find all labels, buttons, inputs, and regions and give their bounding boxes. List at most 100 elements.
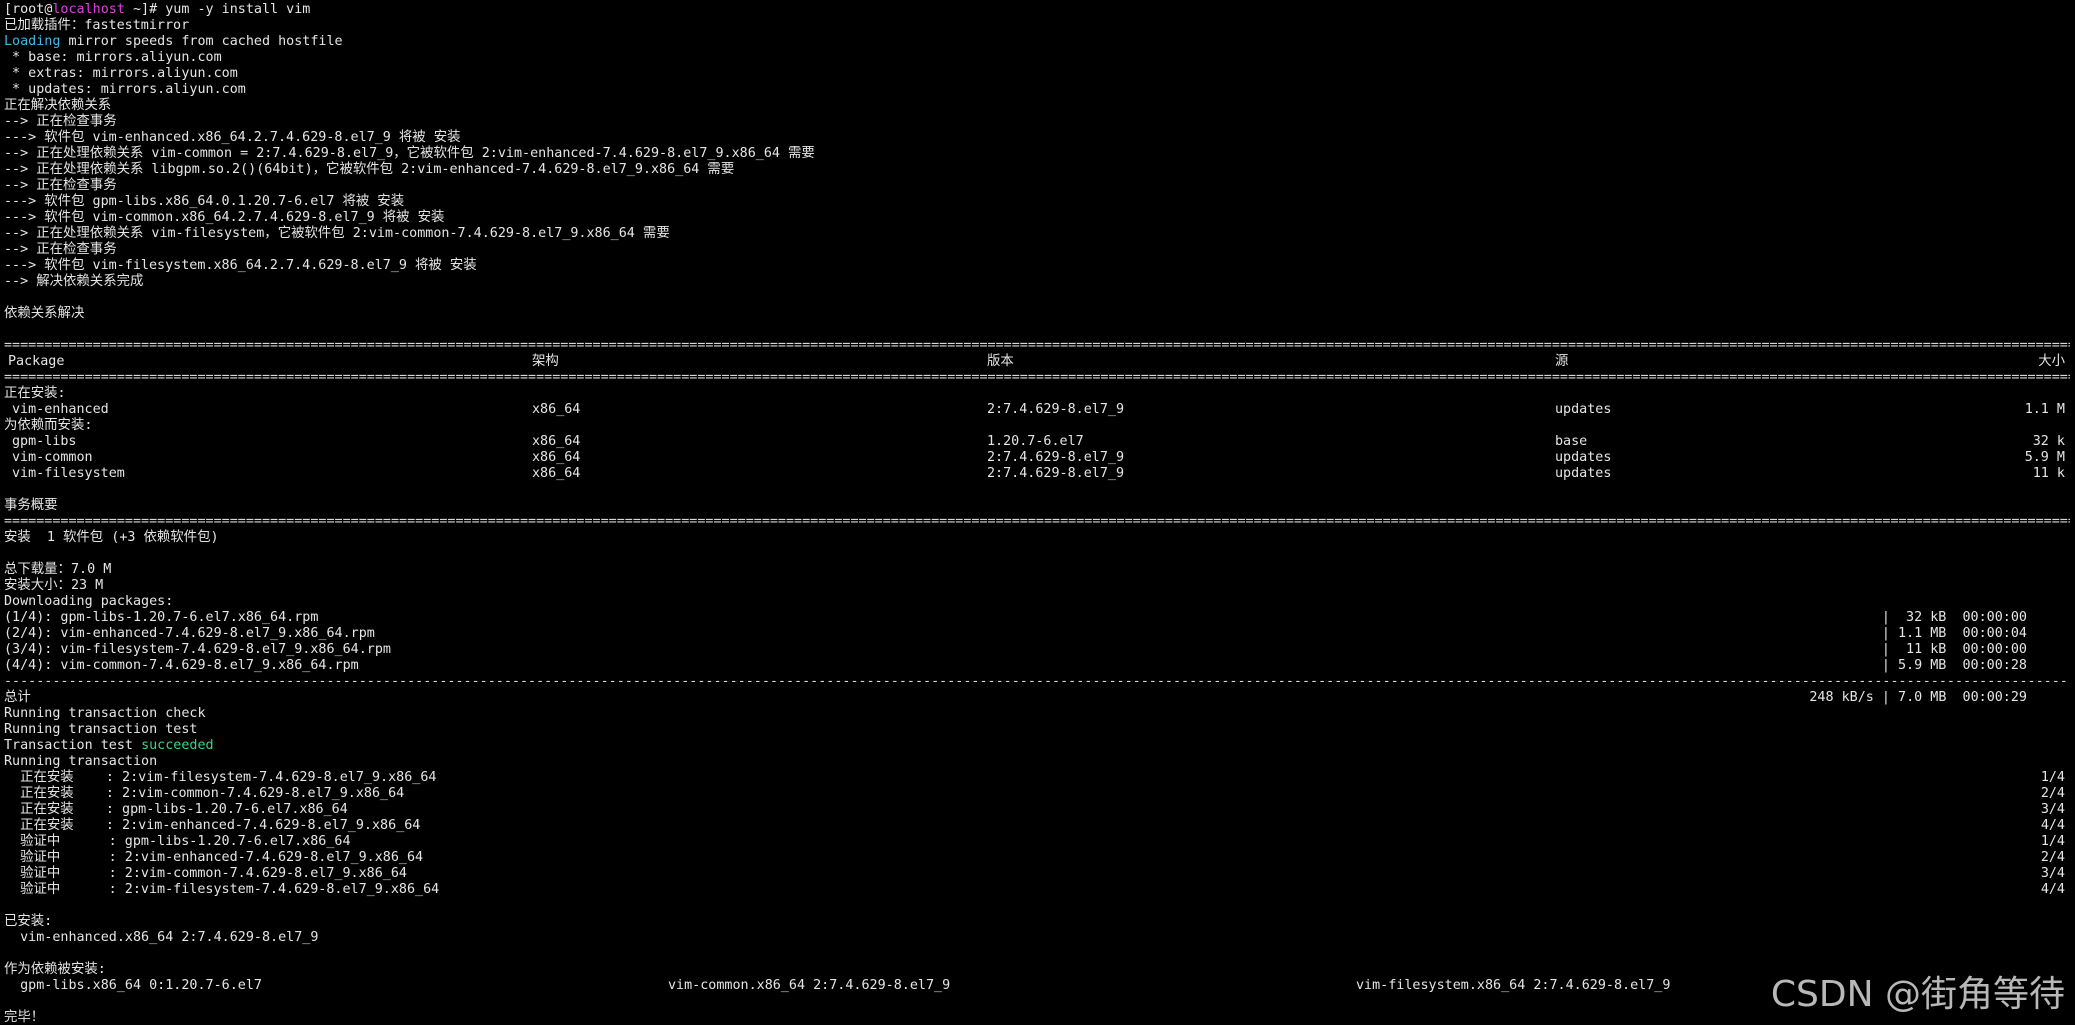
- step-progress: 2/4: [2040, 786, 2065, 801]
- cell-version: 1.20.7-6.el7: [987, 434, 1084, 449]
- log-line: --> 正在检查事务: [4, 178, 117, 193]
- loading-word: Loading: [4, 34, 61, 49]
- download-rows: (1/4): gpm-libs-1.20.7-6.el7.x86_64.rpm |…: [4, 610, 2075, 674]
- cell-repo: updates: [1555, 450, 1612, 465]
- watermark: CSDN @街角等待: [1770, 974, 2065, 1015]
- log-line: ---> 软件包 vim-common.x86_64.2.7.4.629-8.e…: [4, 210, 445, 225]
- table-row: gpm-libs x86_64 1.20.7-6.el7 base 32 k: [4, 434, 2075, 450]
- download-row: (1/4): gpm-libs-1.20.7-6.el7.x86_64.rpm |…: [4, 610, 2075, 626]
- log-line: * extras: mirrors.aliyun.com: [4, 66, 238, 81]
- transaction-step: 验证中 : gpm-libs-1.20.7-6.el7.x86_64 1/4: [4, 834, 2075, 850]
- downloading-label: Downloading packages:: [4, 594, 174, 609]
- step-action: 验证中 : gpm-libs-1.20.7-6.el7.x86_64: [4, 834, 351, 849]
- transaction-step: 正在安装 : 2:vim-common-7.4.629-8.el7_9.x86_…: [4, 786, 2075, 802]
- test-result-status: succeeded: [141, 738, 214, 753]
- log-line: 正在解决依赖关系: [4, 98, 112, 113]
- log-line: 依赖关系解决: [4, 306, 85, 321]
- transaction-step: 正在安装 : 2:vim-enhanced-7.4.629-8.el7_9.x8…: [4, 818, 2075, 834]
- total-line: 总计 248 kB/s | 7.0 MB 00:00:29: [4, 690, 2075, 706]
- header-size: 大小: [2038, 354, 2065, 369]
- test-result-line: Transaction test succeeded: [4, 738, 2075, 754]
- dep-installed-label: 作为依赖被安装:: [4, 962, 106, 977]
- dep-installed-item: vim-common.x86_64 2:7.4.629-8.el7_9: [668, 978, 951, 993]
- step-progress: 1/4: [2040, 834, 2065, 849]
- deps-rows: gpm-libs x86_64 1.20.7-6.el7 base 32 k vim-co…: [4, 434, 2075, 482]
- installing-label: 正在安装:: [4, 386, 66, 401]
- transaction-step: 验证中 : 2:vim-filesystem-7.4.629-8.el7_9.x…: [4, 882, 2075, 898]
- download-file: (3/4): vim-filesystem-7.4.629-8.el7_9.x8…: [4, 642, 391, 657]
- transaction-check-line: Running transaction check: [4, 706, 206, 721]
- step-action: 正在安装 : 2:vim-common-7.4.629-8.el7_9.x86_…: [4, 786, 405, 801]
- prompt-line: [root@localhost ~]# yum -y install vim: [4, 2, 2075, 18]
- cell-size: 32 k: [2032, 434, 2065, 449]
- output-line: 已加载插件：fastestmirror: [4, 18, 190, 33]
- step-action: 验证中 : 2:vim-enhanced-7.4.629-8.el7_9.x86…: [4, 850, 424, 865]
- running-transaction-line: Running transaction: [4, 754, 158, 769]
- transaction-step: 正在安装 : 2:vim-filesystem-7.4.629-8.el7_9.…: [4, 770, 2075, 786]
- cell-version: 2:7.4.629-8.el7_9: [987, 450, 1125, 465]
- cell-repo: base: [1555, 434, 1588, 449]
- download-row: (2/4): vim-enhanced-7.4.629-8.el7_9.x86_…: [4, 626, 2075, 642]
- header-repo: 源: [1555, 354, 1569, 369]
- test-result-prefix: Transaction test: [4, 738, 142, 753]
- step-action: 正在安装 : 2:vim-filesystem-7.4.629-8.el7_9.…: [4, 770, 437, 785]
- cell-size: 11 k: [2032, 466, 2065, 481]
- cell-size: 1.1 M: [2024, 402, 2065, 417]
- prompt-host: localhost: [52, 2, 125, 17]
- dep-installed-row: gpm-libs.x86_64 0:1.20.7-6.el7 vim-commo…: [4, 978, 2075, 994]
- step-action: 正在安装 : gpm-libs-1.20.7-6.el7.x86_64: [4, 802, 348, 817]
- cell-package: vim-common: [12, 450, 93, 465]
- download-stats: | 32 kB 00:00:00: [1881, 610, 2027, 625]
- loading-line: Loading mirror speeds from cached hostfi…: [4, 34, 2075, 50]
- log-line: --> 正在处理依赖关系 vim-filesystem，它被软件包 2:vim-…: [4, 226, 670, 241]
- total-label: 总计: [4, 690, 31, 705]
- step-progress: 4/4: [2040, 882, 2065, 897]
- step-action: 正在安装 : 2:vim-enhanced-7.4.629-8.el7_9.x8…: [4, 818, 421, 833]
- step-action: 验证中 : 2:vim-common-7.4.629-8.el7_9.x86_6…: [4, 866, 407, 881]
- summary-title: 事务概要: [4, 498, 58, 513]
- step-progress: 2/4: [2040, 850, 2065, 865]
- step-progress: 3/4: [2040, 802, 2065, 817]
- cell-arch: x86_64: [532, 450, 581, 465]
- header-arch: 架构: [532, 354, 559, 369]
- prompt-path: ~]#: [124, 2, 166, 17]
- cell-version: 2:7.4.629-8.el7_9: [987, 402, 1125, 417]
- log-line: ---> 软件包 vim-filesystem.x86_64.2.7.4.629…: [4, 258, 477, 273]
- cell-package: vim-enhanced: [12, 402, 109, 417]
- step-progress: 3/4: [2040, 866, 2065, 881]
- transaction-step: 验证中 : 2:vim-common-7.4.629-8.el7_9.x86_6…: [4, 866, 2075, 882]
- terminal-window[interactable]: [root@localhost ~]# yum -y install vim 已…: [0, 0, 2075, 1025]
- prompt-bracket: [: [4, 2, 13, 17]
- transaction-step: 正在安装 : gpm-libs-1.20.7-6.el7.x86_64 3/4: [4, 802, 2075, 818]
- cell-package: gpm-libs: [12, 434, 77, 449]
- table-separator: ========================================…: [4, 338, 2070, 353]
- cell-arch: x86_64: [532, 434, 581, 449]
- installed-item: vim-enhanced.x86_64 2:7.4.629-8.el7_9: [4, 930, 319, 945]
- log-line: * base: mirrors.aliyun.com: [4, 50, 222, 65]
- header-version: 版本: [987, 354, 1014, 369]
- download-stats: | 5.9 MB 00:00:28: [1881, 658, 2027, 673]
- summary-separator: ========================================…: [4, 514, 2070, 529]
- header-package: Package: [8, 354, 65, 369]
- log-line: * updates: mirrors.aliyun.com: [4, 82, 246, 97]
- transaction-steps: 正在安装 : 2:vim-filesystem-7.4.629-8.el7_9.…: [4, 770, 2075, 898]
- table-row: vim-common x86_64 2:7.4.629-8.el7_9 updates…: [4, 450, 2075, 466]
- download-file: (4/4): vim-common-7.4.629-8.el7_9.x86_64…: [4, 658, 359, 673]
- deps-label: 为依赖而安装:: [4, 418, 93, 433]
- install-size: 安装大小：23 M: [4, 578, 104, 593]
- download-row: (3/4): vim-filesystem-7.4.629-8.el7_9.x8…: [4, 642, 2075, 658]
- log-line: ---> 软件包 gpm-libs.x86_64.0.1.20.7-6.el7 …: [4, 194, 405, 209]
- log-line: --> 正在处理依赖关系 libgpm.so.2()(64bit)，它被软件包 …: [4, 162, 735, 177]
- table-header: Package 架构 版本 源 大小: [4, 354, 2075, 370]
- dep-installed-item: vim-filesystem.x86_64 2:7.4.629-8.el7_9: [1356, 978, 1671, 993]
- installing-rows: vim-enhanced x86_64 2:7.4.629-8.el7_9 updat…: [4, 402, 2075, 418]
- dependency-resolution-log: * base: mirrors.aliyun.com * extras: mir…: [4, 50, 2075, 338]
- table-separator: ========================================…: [4, 370, 2070, 385]
- table-row: vim-filesystem x86_64 2:7.4.629-8.el7_9 upd…: [4, 466, 2075, 482]
- cell-size: 5.9 M: [2024, 450, 2065, 465]
